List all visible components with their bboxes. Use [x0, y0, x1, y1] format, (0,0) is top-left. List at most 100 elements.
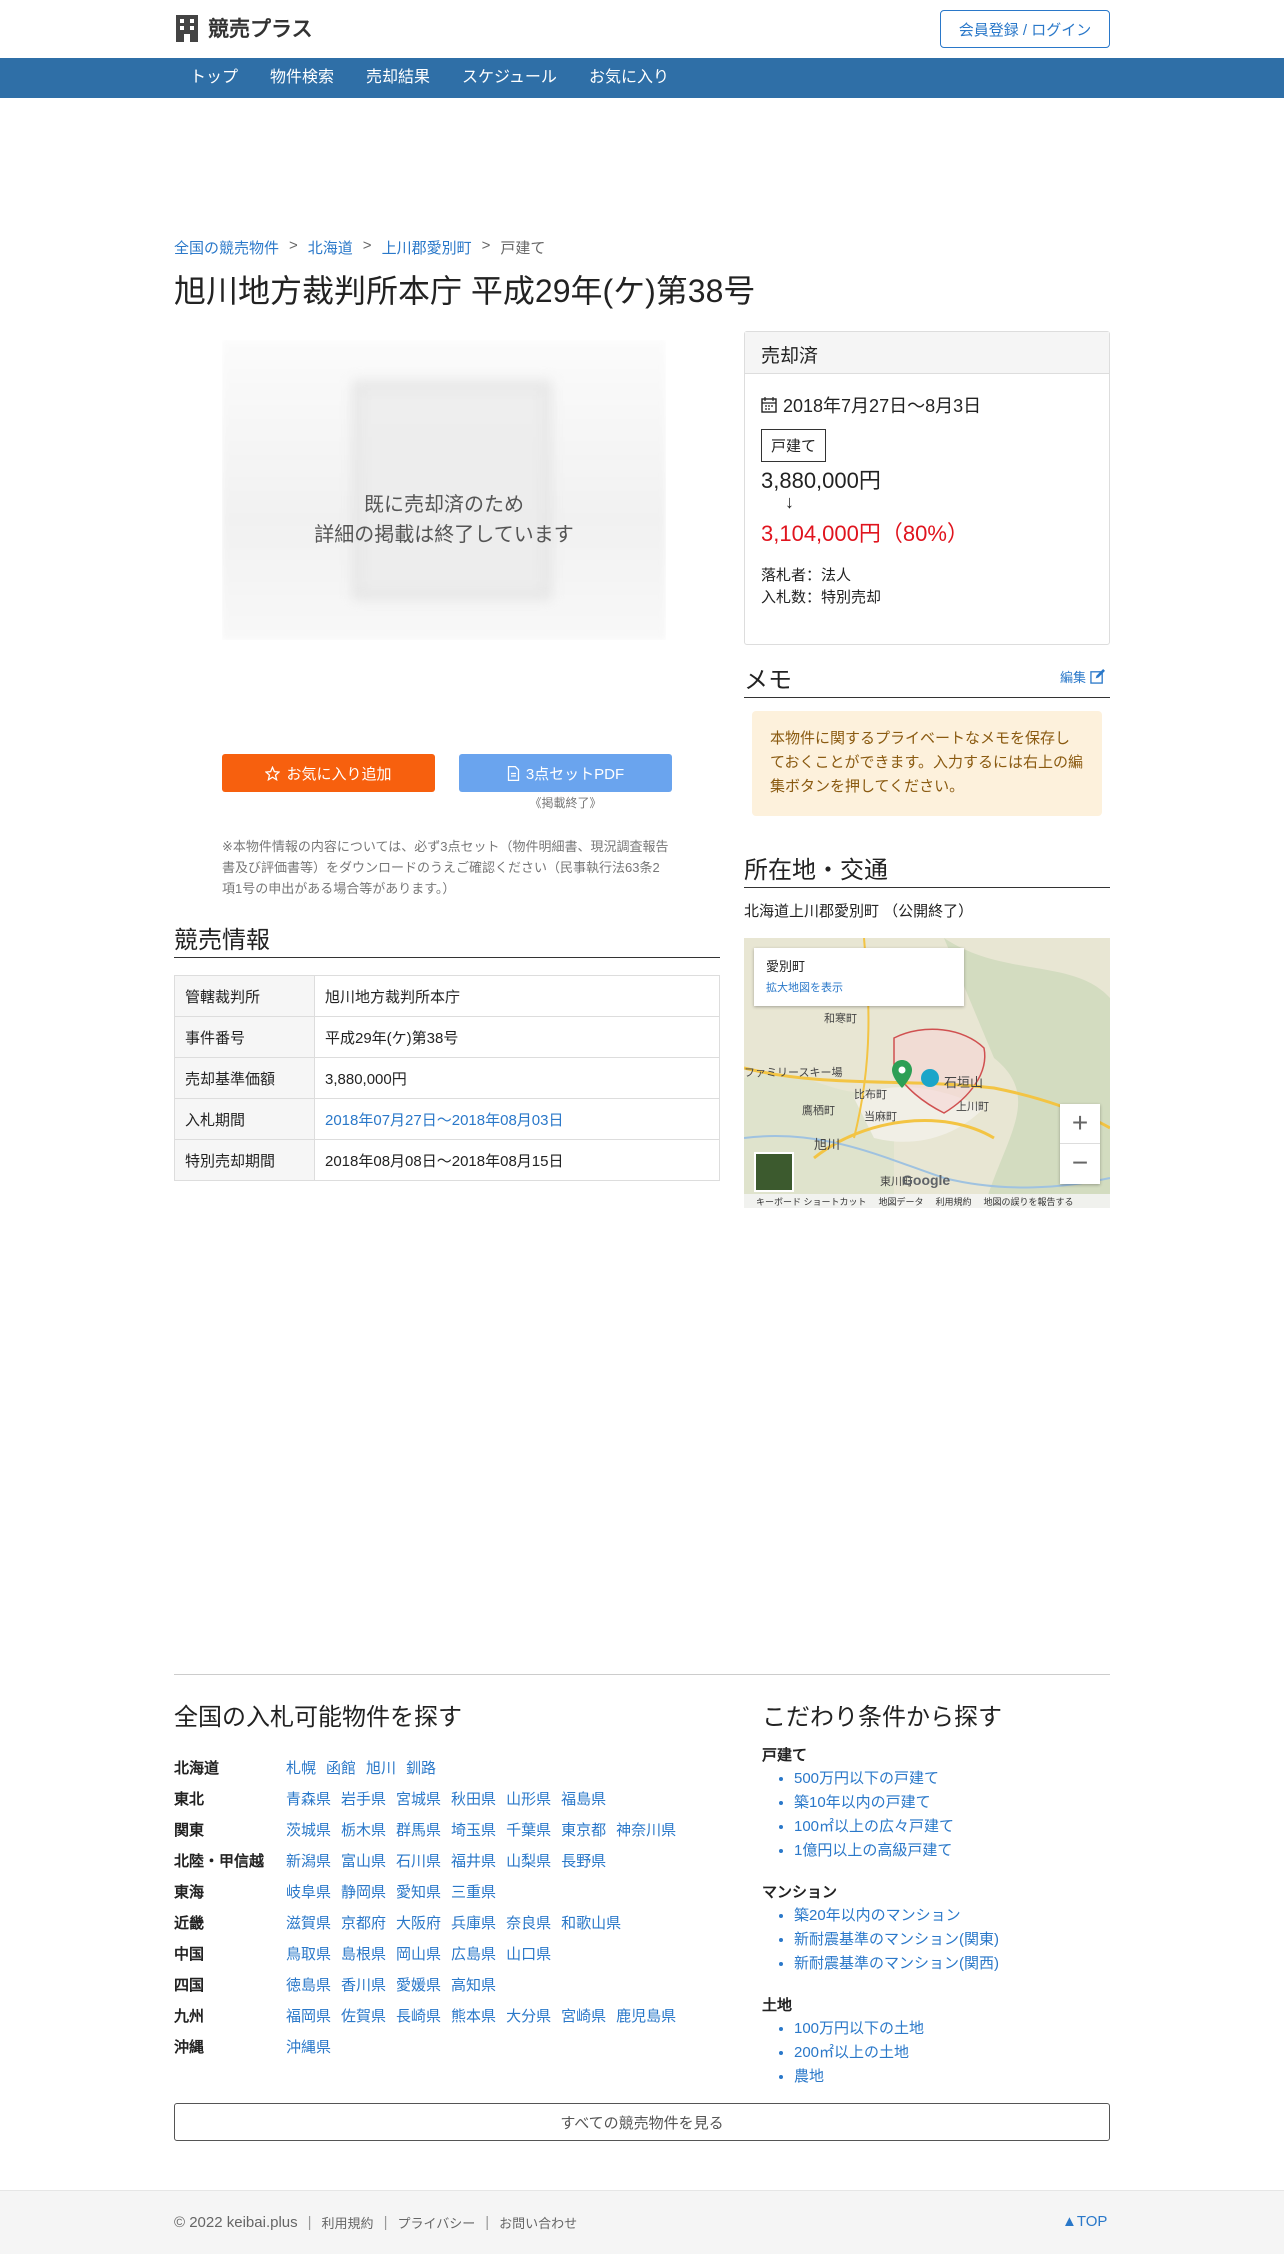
footer-privacy-link[interactable]: プライバシー — [397, 2213, 475, 2232]
footer-terms-link[interactable]: 利用規約 — [322, 2213, 374, 2232]
condition-link[interactable]: 築10年以内の戸建て — [794, 1791, 1102, 1815]
nav-results[interactable]: 売却結果 — [350, 58, 446, 98]
nav-schedule[interactable]: スケジュール — [446, 58, 573, 98]
prefecture-link[interactable]: 鹿児島県 — [616, 2005, 676, 2026]
prefecture-link[interactable]: 大分県 — [506, 2005, 551, 2026]
prefecture-link[interactable]: 熊本県 — [451, 2005, 496, 2026]
prefecture-link[interactable]: 山形県 — [506, 1788, 551, 1809]
site-logo[interactable]: 競売プラス — [174, 13, 313, 43]
map-enlarge-link[interactable]: 拡大地図を表示 — [766, 979, 952, 995]
prefecture-link[interactable]: 鳥取県 — [286, 1943, 331, 1964]
bid-count: 入札数：特別売却 — [761, 589, 882, 606]
map-footer-link[interactable]: 利用規約 — [936, 1195, 972, 1208]
info-value: 平成29年(ケ)第38号 — [314, 1016, 720, 1058]
prefecture-link[interactable]: 滋賀県 — [286, 1912, 331, 1933]
condition-items: 築20年以内のマンション新耐震基準のマンション(関東)新耐震基準のマンション(関… — [762, 1904, 1102, 1976]
prefecture-link[interactable]: 広島県 — [451, 1943, 496, 1964]
prefecture-link[interactable]: 沖縄県 — [286, 2036, 331, 2057]
prefecture-link[interactable]: 旭川 — [366, 1757, 396, 1778]
map-footer-link[interactable]: 地図データ — [879, 1195, 924, 1208]
prefecture-link[interactable]: 茨城県 — [286, 1819, 331, 1840]
prefecture-link[interactable]: 佐賀県 — [341, 2005, 386, 2026]
prefecture-link[interactable]: 愛知県 — [396, 1881, 441, 1902]
region-row: 北陸・甲信越 新潟県 富山県 石川県 福井県 山梨県 長野県 — [174, 1845, 676, 1876]
condition-link[interactable]: 新耐震基準のマンション(関東) — [794, 1928, 1102, 1952]
prefecture-link[interactable]: 札幌 — [286, 1757, 316, 1778]
breadcrumb-hokkaido[interactable]: 北海道 — [308, 237, 353, 258]
nav-search[interactable]: 物件検索 — [254, 58, 350, 98]
zoom-in-button[interactable]: + — [1060, 1104, 1100, 1144]
add-favorite-button[interactable]: お気に入り追加 — [222, 754, 435, 792]
region-row: 中国 鳥取県 島根県 岡山県 広島県 山口県 — [174, 1938, 676, 1969]
prefecture-link[interactable]: 石川県 — [396, 1850, 441, 1871]
breadcrumb-separator: > — [362, 237, 372, 254]
condition-category: 土地 — [762, 1997, 793, 2014]
footer-contact-link[interactable]: お問い合わせ — [499, 2213, 577, 2232]
condition-link[interactable]: 100㎡以上の広々戸建て — [794, 1815, 1102, 1839]
prefecture-link[interactable]: 岐阜県 — [286, 1881, 331, 1902]
condition-link[interactable]: 200㎡以上の土地 — [794, 2041, 1102, 2065]
prefecture-link[interactable]: 宮城県 — [396, 1788, 441, 1809]
prefecture-link[interactable]: 岡山県 — [396, 1943, 441, 1964]
prefecture-link[interactable]: 徳島県 — [286, 1974, 331, 1995]
breadcrumb-all[interactable]: 全国の競売物件 — [174, 237, 279, 258]
pdf-download-button[interactable]: 3点セットPDF — [459, 754, 672, 792]
prefecture-link[interactable]: 福岡県 — [286, 2005, 331, 2026]
prefecture-link[interactable]: 和歌山県 — [561, 1912, 621, 1933]
pdf-ended-note: 《掲載終了》 — [529, 796, 602, 810]
prefecture-link[interactable]: 京都府 — [341, 1912, 386, 1933]
prefecture-link[interactable]: 宮崎県 — [561, 2005, 606, 2026]
prefecture-link[interactable]: 愛媛県 — [396, 1974, 441, 1995]
prefecture-link[interactable]: 函館 — [326, 1757, 356, 1778]
prefecture-link[interactable]: 高知県 — [451, 1974, 496, 1995]
prefecture-link[interactable]: 島根県 — [341, 1943, 386, 1964]
prefecture-link[interactable]: 埼玉県 — [451, 1819, 496, 1840]
nav-favorites[interactable]: お気に入り — [573, 58, 685, 98]
bid-period-link[interactable]: 2018年07月27日〜2018年08月03日 — [325, 1112, 563, 1129]
prefecture-link[interactable]: 山口県 — [506, 1943, 551, 1964]
prefecture-link[interactable]: 栃木県 — [341, 1819, 386, 1840]
prefecture-link[interactable]: 長崎県 — [396, 2005, 441, 2026]
prefecture-link[interactable]: 東京都 — [561, 1819, 606, 1840]
condition-link[interactable]: 新耐震基準のマンション(関西) — [794, 1952, 1102, 1976]
prefecture-link[interactable]: 兵庫県 — [451, 1912, 496, 1933]
back-to-top-link[interactable]: ▲TOP — [1062, 2213, 1107, 2230]
prefecture-link[interactable]: 新潟県 — [286, 1850, 331, 1871]
prefecture-link[interactable]: 釧路 — [406, 1757, 436, 1778]
condition-link[interactable]: 農地 — [794, 2065, 1102, 2089]
prefecture-link[interactable]: 大阪府 — [396, 1912, 441, 1933]
prefecture-link[interactable]: 神奈川県 — [616, 1819, 676, 1840]
prefecture-link[interactable]: 岩手県 — [341, 1788, 386, 1809]
prefecture-link[interactable]: 千葉県 — [506, 1819, 551, 1840]
prefecture-link[interactable]: 香川県 — [341, 1974, 386, 1995]
zoom-out-button[interactable]: − — [1060, 1144, 1100, 1184]
condition-link[interactable]: 100万円以下の土地 — [794, 2017, 1102, 2041]
view-all-button[interactable]: すべての競売物件を見る — [174, 2103, 1110, 2141]
prefecture-link[interactable]: 青森県 — [286, 1788, 331, 1809]
login-button[interactable]: 会員登録 / ログイン — [940, 10, 1110, 48]
prefecture-link[interactable]: 静岡県 — [341, 1881, 386, 1902]
property-photo: 既に売却済のため 詳細の掲載は終了しています — [222, 340, 666, 640]
prefecture-link[interactable]: 福島県 — [561, 1788, 606, 1809]
condition-link[interactable]: 500万円以下の戸建て — [794, 1767, 1102, 1791]
edit-icon — [1090, 669, 1106, 684]
location-map[interactable]: 和寒町 ファミリースキー場 比布町 石垣山 鷹栖町 当麻町 上川町 旭川 東川町… — [744, 938, 1110, 1208]
prefecture-link[interactable]: 富山県 — [341, 1850, 386, 1871]
memo-edit-button[interactable]: 編集 — [1060, 667, 1106, 686]
prefecture-link[interactable]: 三重県 — [451, 1881, 496, 1902]
sold-date-text: 2018年7月27日〜8月3日 — [783, 396, 982, 416]
condition-link[interactable]: 1億円以上の高級戸建て — [794, 1839, 1102, 1863]
prefecture-link[interactable]: 長野県 — [561, 1850, 606, 1871]
breadcrumb-town[interactable]: 上川郡愛別町 — [382, 237, 472, 258]
prefecture-link[interactable]: 奈良県 — [506, 1912, 551, 1933]
prefecture-link[interactable]: 群馬県 — [396, 1819, 441, 1840]
nav-top[interactable]: トップ — [174, 58, 254, 98]
map-footer-link[interactable]: キーボード ショートカット — [756, 1195, 867, 1208]
prefecture-link[interactable]: 秋田県 — [451, 1788, 496, 1809]
map-footer-link[interactable]: 地図の誤りを報告する — [984, 1195, 1074, 1208]
prefecture-link[interactable]: 山梨県 — [506, 1850, 551, 1871]
photo-ended-message: 既に売却済のため 詳細の掲載は終了しています — [222, 490, 666, 550]
prefecture-link[interactable]: 福井県 — [451, 1850, 496, 1871]
map-satellite-toggle[interactable] — [754, 1152, 794, 1192]
condition-link[interactable]: 築20年以内のマンション — [794, 1904, 1102, 1928]
